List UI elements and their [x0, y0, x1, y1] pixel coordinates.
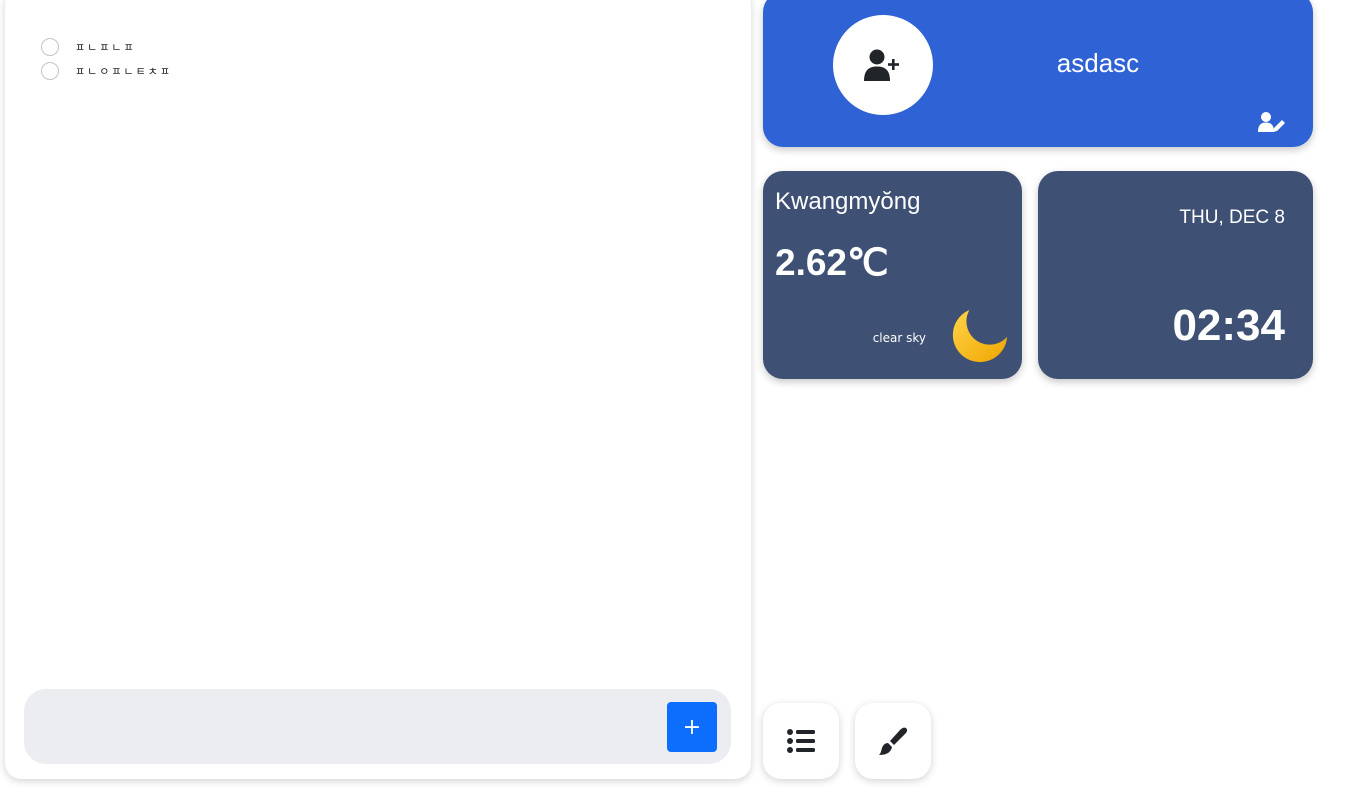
- todo-list: ㅍㄴㅍㄴㅍ ㅍㄴㅇㅍㄴㅌㅊㅍ: [41, 35, 172, 83]
- weather-card: Kwangmyŏng 2.62℃ clear sky: [763, 171, 1022, 379]
- todo-list-button[interactable]: [763, 703, 839, 779]
- weather-city: Kwangmyŏng: [775, 188, 921, 215]
- todo-input[interactable]: [42, 705, 652, 747]
- todo-panel: ㅍㄴㅍㄴㅍ ㅍㄴㅇㅍㄴㅌㅊㅍ +: [5, 0, 751, 779]
- paintbrush-icon: [879, 727, 908, 755]
- profile-card: asdasc: [763, 0, 1313, 147]
- todo-item-text: ㅍㄴㅍㄴㅍ: [75, 41, 136, 54]
- list-icon: [787, 729, 815, 753]
- dashboard: ㅍㄴㅍㄴㅍ ㅍㄴㅇㅍㄴㅌㅊㅍ + asdasc Kwangmyŏng 2.62℃…: [0, 0, 1345, 802]
- user-pen-icon: [1258, 112, 1285, 132]
- todo-item-text: ㅍㄴㅇㅍㄴㅌㅊㅍ: [75, 65, 172, 78]
- clock-date: THU, DEC 8: [1179, 207, 1285, 228]
- edit-profile-button[interactable]: [1257, 109, 1287, 135]
- clock-card: THU, DEC 8 02:34: [1038, 171, 1313, 379]
- weather-description: clear sky: [872, 331, 926, 345]
- todo-checkbox[interactable]: [41, 62, 59, 80]
- add-avatar-button[interactable]: [833, 15, 933, 115]
- profile-name: asdasc: [1056, 48, 1140, 78]
- theme-brush-button[interactable]: [855, 703, 931, 779]
- clock-time: 02:34: [1172, 301, 1285, 350]
- add-todo-button[interactable]: +: [667, 702, 717, 752]
- crescent-moon-icon: [952, 307, 1008, 363]
- todo-checkbox[interactable]: [41, 38, 59, 56]
- todo-input-bar: +: [24, 689, 731, 764]
- weather-temperature: 2.62℃: [775, 242, 889, 283]
- todo-item: ㅍㄴㅇㅍㄴㅌㅊㅍ: [41, 59, 172, 83]
- todo-item: ㅍㄴㅍㄴㅍ: [41, 35, 172, 59]
- user-plus-icon: [864, 49, 899, 81]
